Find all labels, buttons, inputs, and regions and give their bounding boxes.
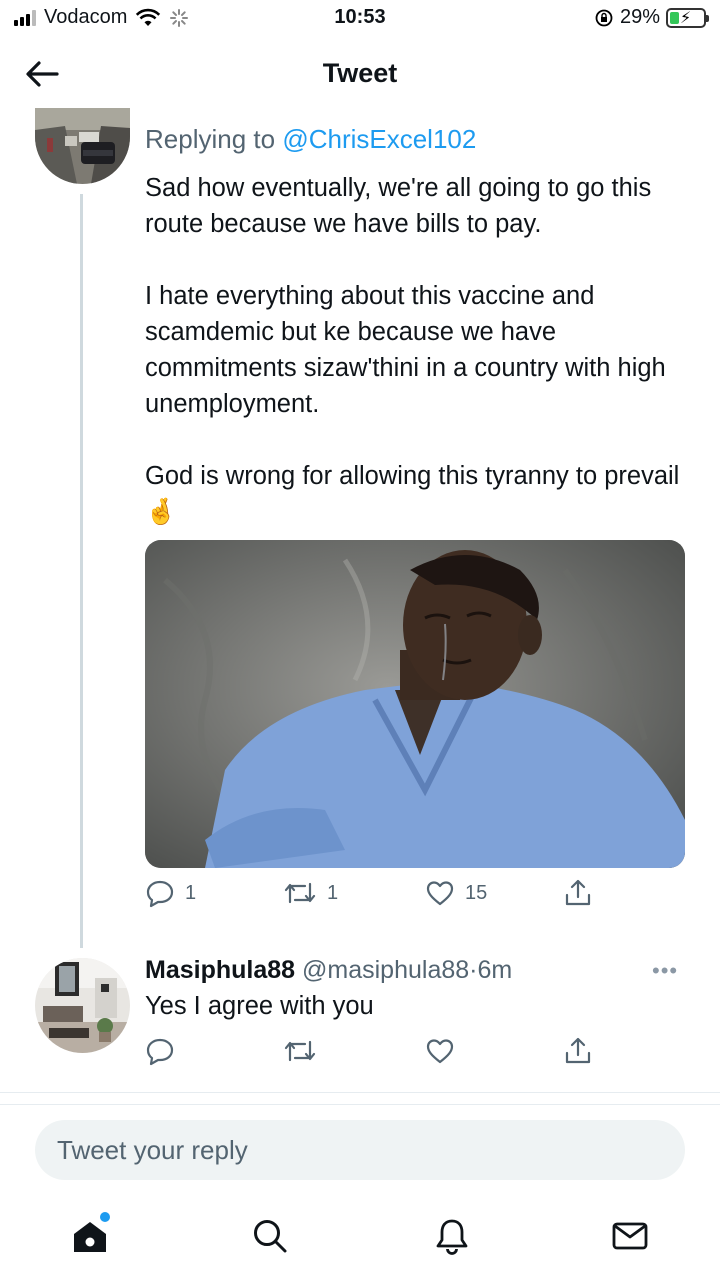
battery-percent: 29%	[619, 6, 660, 28]
heart-icon	[426, 1039, 454, 1064]
share-icon	[565, 879, 591, 906]
reply-icon	[146, 1038, 174, 1066]
tab-messages[interactable]	[608, 1214, 652, 1258]
reply-composer-input[interactable]: Tweet your reply	[35, 1120, 685, 1180]
share-icon	[565, 1037, 591, 1064]
retweet-action[interactable]	[283, 1036, 317, 1066]
reply-actions	[145, 1036, 605, 1076]
messages-icon	[612, 1222, 648, 1250]
search-icon	[254, 1220, 287, 1253]
street-photo-image	[35, 108, 130, 184]
like-action[interactable]	[425, 1036, 455, 1066]
battery-fill	[670, 11, 680, 24]
thread-line	[80, 194, 83, 948]
reply-header: Masiphula88 @masiphula88·6m	[145, 956, 512, 985]
orientation-lock-icon	[595, 9, 613, 26]
tab-home[interactable]	[68, 1212, 112, 1258]
crossed-fingers-emoji: 🤞	[145, 498, 177, 526]
reply-count: 1	[185, 881, 197, 904]
tweet-body: Sad how eventually, we're all going to g…	[145, 170, 690, 530]
status-bar: Vodacom 10:53 29% ⚡	[0, 0, 720, 40]
replying-to: Replying to @ChrisExcel102	[145, 124, 476, 155]
tweet-paragraph: Sad how eventually, we're all going to g…	[145, 174, 652, 238]
divider	[0, 1104, 720, 1105]
reply-action[interactable]	[145, 1036, 175, 1066]
like-count: 15	[465, 881, 488, 904]
retweet-count: 1	[327, 881, 339, 904]
tweet-actions: 1 1 15	[145, 878, 605, 918]
tweet-image[interactable]	[145, 540, 685, 868]
reply-author-name[interactable]: Masiphula88	[145, 956, 295, 984]
divider	[0, 1092, 720, 1093]
top-header: Tweet	[0, 40, 720, 110]
share-action[interactable]	[563, 878, 593, 908]
home-icon	[74, 1222, 106, 1252]
share-action[interactable]	[563, 1036, 593, 1066]
crying-man-image	[145, 540, 685, 868]
tweet-paragraph-text: God is wrong for allowing this tyranny t…	[145, 462, 680, 490]
reply-time[interactable]: 6m	[477, 956, 512, 984]
reply-body: Yes I agree with you	[145, 992, 374, 1020]
home-notification-dot	[100, 1212, 110, 1222]
page-title: Tweet	[322, 58, 398, 88]
tweet-paragraph: God is wrong for allowing this tyranny t…	[145, 458, 690, 530]
notifications-icon	[436, 1219, 468, 1255]
retweet-action[interactable]: 1	[283, 878, 338, 908]
interior-photo-image	[35, 958, 130, 1053]
retweet-icon	[284, 882, 316, 904]
retweet-icon	[284, 1040, 316, 1062]
tweet-paragraph: I hate everything about this vaccine and…	[145, 282, 666, 418]
more-options-icon[interactable]: •••	[652, 958, 678, 984]
like-action[interactable]: 15	[425, 878, 487, 908]
reply-author-avatar[interactable]	[35, 958, 130, 1053]
reply-author-handle[interactable]: @masiphula88	[302, 956, 469, 984]
status-right: 29% ⚡	[594, 6, 709, 29]
replying-handle-link[interactable]: @ChrisExcel102	[282, 124, 476, 154]
battery-charging-icon: ⚡	[666, 7, 709, 28]
bolt-icon: ⚡	[680, 9, 692, 27]
reply-icon	[146, 880, 174, 908]
tab-search[interactable]	[248, 1214, 292, 1258]
tab-notifications[interactable]	[430, 1214, 474, 1258]
heart-icon	[426, 881, 454, 906]
replying-prefix: Replying to	[145, 124, 283, 154]
bottom-tab-bar	[0, 1200, 720, 1280]
author-avatar[interactable]	[35, 108, 130, 184]
reply-action[interactable]: 1	[145, 878, 196, 908]
